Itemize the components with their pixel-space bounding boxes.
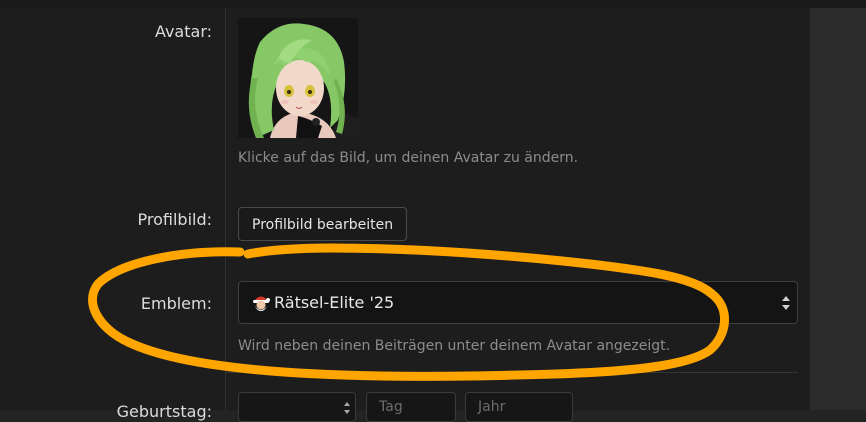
birthday-day-placeholder: Tag — [379, 399, 403, 415]
emblem-hint: Wird neben deinen Beiträgen unter deinem… — [238, 338, 671, 354]
label-column-divider — [225, 8, 226, 410]
select-arrows-icon — [782, 296, 790, 310]
avatar-label: Avatar: — [154, 22, 212, 41]
profile-settings-form: Avatar: Klicke auf das Bild, um deinen A… — [0, 8, 810, 422]
santa-emoji-icon — [253, 296, 270, 311]
birthday-day-input[interactable]: Tag — [366, 392, 456, 422]
avatar-hint: Klicke auf das Bild, um deinen Avatar zu… — [238, 150, 579, 166]
birthday-year-placeholder: Jahr — [478, 399, 506, 415]
select-arrows-icon — [344, 402, 350, 414]
birthday-label: Geburtstag: — [116, 402, 212, 421]
avatar-illustration — [238, 18, 358, 138]
birthday-year-input[interactable]: Jahr — [465, 392, 573, 422]
right-side-panel — [810, 8, 866, 410]
edit-profile-image-button[interactable]: Profilbild bearbeiten — [238, 207, 408, 241]
top-bar — [0, 0, 866, 8]
emblem-label: Emblem: — [140, 294, 212, 313]
avatar-image[interactable] — [238, 18, 358, 138]
profile-image-label: Profilbild: — [137, 210, 213, 229]
emblem-select[interactable]: Rätsel-Elite '25 — [238, 281, 798, 324]
section-separator — [225, 372, 798, 373]
emblem-selected-value: Rätsel-Elite '25 — [274, 293, 395, 312]
birthday-month-select[interactable] — [238, 392, 356, 422]
